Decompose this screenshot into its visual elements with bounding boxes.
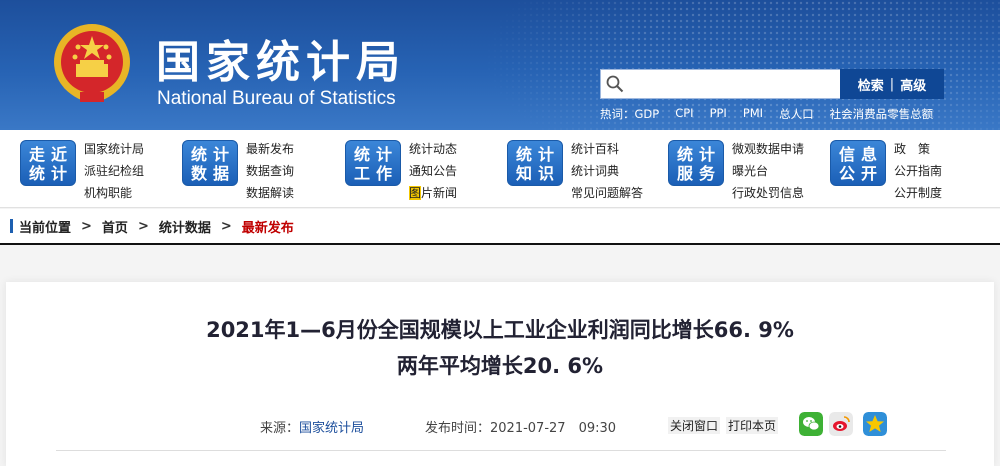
search-buttons: 检索 | 高级 [840, 69, 944, 99]
nav-link-disclosure-system[interactable]: 公开制度 [894, 182, 942, 204]
hot-word-pmi[interactable]: PMI [743, 106, 763, 122]
nav-link-photo-news-rest: 片新闻 [421, 186, 458, 200]
nav-link-photo-news[interactable]: 图片新闻 [409, 182, 457, 204]
nav-link-policy[interactable]: 政 策 [894, 138, 942, 160]
close-window-button[interactable]: 关闭窗口 [668, 417, 721, 434]
highlight-char: 图 [409, 186, 422, 200]
nav-badge-service[interactable]: 统计 服务 [668, 140, 724, 186]
breadcrumb-statistics-data[interactable]: 统计数据 [159, 217, 211, 236]
nav-link-latest-release[interactable]: 最新发布 [246, 138, 294, 160]
nav-link-exposure[interactable]: 曝光台 [732, 160, 804, 182]
nav-badge-line: 工作 [353, 164, 398, 183]
source-label: 来源： [260, 421, 300, 436]
advanced-search-button[interactable]: 高级 [900, 75, 926, 94]
breadcrumb: 当前位置 > 首页 > 统计数据 > 最新发布 [0, 209, 1000, 245]
search-divider: | [889, 76, 895, 92]
article-title-line1: 2021年1—6月份全国规模以上工业企业利润同比增长66. 9% [206, 318, 794, 342]
site-title-en[interactable]: National Bureau of Statistics [157, 88, 396, 110]
print-page-button[interactable]: 打印本页 [726, 417, 779, 434]
publish-time: 发布时间：2021-07-27 09:30 [425, 417, 616, 436]
nav-link-dictionary[interactable]: 统计词典 [571, 160, 643, 182]
national-emblem-icon[interactable] [50, 22, 134, 108]
nav-link-news[interactable]: 统计动态 [409, 138, 457, 160]
nav-badge-line: 统计 [515, 145, 560, 164]
nav-badge-line: 数据 [190, 164, 235, 183]
breadcrumb-current[interactable]: 最新发布 [242, 217, 294, 236]
article-panel: 2021年1—6月份全国规模以上工业企业利润同比增长66. 9% 两年平均增长2… [6, 282, 994, 466]
page-actions: 关闭窗口 打印本页 [668, 417, 779, 434]
nav-badge-disclosure[interactable]: 信息 公开 [830, 140, 886, 186]
nav-link-functions[interactable]: 机构职能 [84, 182, 144, 204]
time-value: 2021-07-27 09:30 [490, 421, 617, 436]
divider [56, 450, 946, 451]
nav-badge-line: 公开 [838, 164, 883, 183]
nav-badge-line: 统计 [190, 145, 235, 164]
nav-link-data-query[interactable]: 数据查询 [246, 160, 294, 182]
article-title: 2021年1—6月份全国规模以上工业企业利润同比增长66. 9% 两年平均增长2… [6, 312, 994, 384]
nav-link-notices[interactable]: 通知公告 [409, 160, 457, 182]
nav-link-microdata[interactable]: 微观数据申请 [732, 138, 804, 160]
nav-link-penalties[interactable]: 行政处罚信息 [732, 182, 804, 204]
main-nav: 走近 统计 国家统计局 派驻纪检组 机构职能 统计 数据 最新发布 数据查询 数… [0, 130, 1000, 208]
hot-word-retail-sales[interactable]: 社会消费品零售总额 [830, 106, 934, 122]
breadcrumb-label: 当前位置 [19, 220, 72, 236]
time-label: 发布时间： [425, 421, 491, 436]
search-input[interactable] [600, 69, 844, 99]
nav-link-discipline-group[interactable]: 派驻纪检组 [84, 160, 144, 182]
nav-link-encyclopedia[interactable]: 统计百科 [571, 138, 643, 160]
nav-badge-data[interactable]: 统计 数据 [182, 140, 238, 186]
source-link[interactable]: 国家统计局 [299, 421, 364, 436]
nav-badge-line: 统计 [28, 164, 73, 183]
nav-badge-work[interactable]: 统计 工作 [345, 140, 401, 186]
nav-badge-line: 知识 [515, 164, 560, 183]
nav-badge-knowledge[interactable]: 统计 知识 [507, 140, 563, 186]
search-icon [606, 75, 624, 93]
hot-word-population[interactable]: 总人口 [779, 106, 814, 122]
nav-badge-line: 信息 [838, 145, 883, 164]
breadcrumb-marker [10, 219, 13, 233]
weibo-icon[interactable] [829, 412, 853, 436]
hot-words: 热词：GDP CPI PPI PMI 总人口 社会消费品零售总额 [600, 106, 933, 122]
hot-word-gdp[interactable]: 热词：GDP [600, 106, 659, 122]
nav-badge-line: 走近 [28, 145, 73, 164]
nav-badge-line: 统计 [353, 145, 398, 164]
nav-badge-line: 服务 [676, 164, 721, 183]
search-button[interactable]: 检索 [858, 75, 884, 94]
qzone-icon[interactable] [863, 412, 887, 436]
search-box: 检索 | 高级 [600, 69, 945, 99]
article-title-line2: 两年平均增长20. 6% [396, 354, 604, 378]
breadcrumb-home[interactable]: 首页 [102, 217, 128, 236]
site-title-cn[interactable]: 国家统计局 [156, 26, 406, 90]
nav-badge-line: 统计 [676, 145, 721, 164]
breadcrumb-separator: > [220, 218, 232, 234]
nav-link-disclosure-guide[interactable]: 公开指南 [894, 160, 942, 182]
breadcrumb-separator: > [137, 218, 149, 234]
nav-link-faq[interactable]: 常见问题解答 [571, 182, 643, 204]
site-header: 国家统计局 National Bureau of Statistics 检索 |… [0, 0, 1000, 130]
nav-link-data-interpretation[interactable]: 数据解读 [246, 182, 294, 204]
nav-badge-about[interactable]: 走近 统计 [20, 140, 76, 186]
source-info: 来源：国家统计局 [260, 417, 364, 436]
wechat-icon[interactable] [799, 412, 823, 436]
hot-word-cpi[interactable]: CPI [675, 106, 693, 122]
article-meta: 来源：国家统计局 发布时间：2021-07-27 09:30 关闭窗口 打印本页 [6, 412, 994, 438]
hot-word-ppi[interactable]: PPI [710, 106, 727, 122]
breadcrumb-separator: > [81, 218, 92, 234]
nav-link-nbs[interactable]: 国家统计局 [84, 138, 144, 160]
